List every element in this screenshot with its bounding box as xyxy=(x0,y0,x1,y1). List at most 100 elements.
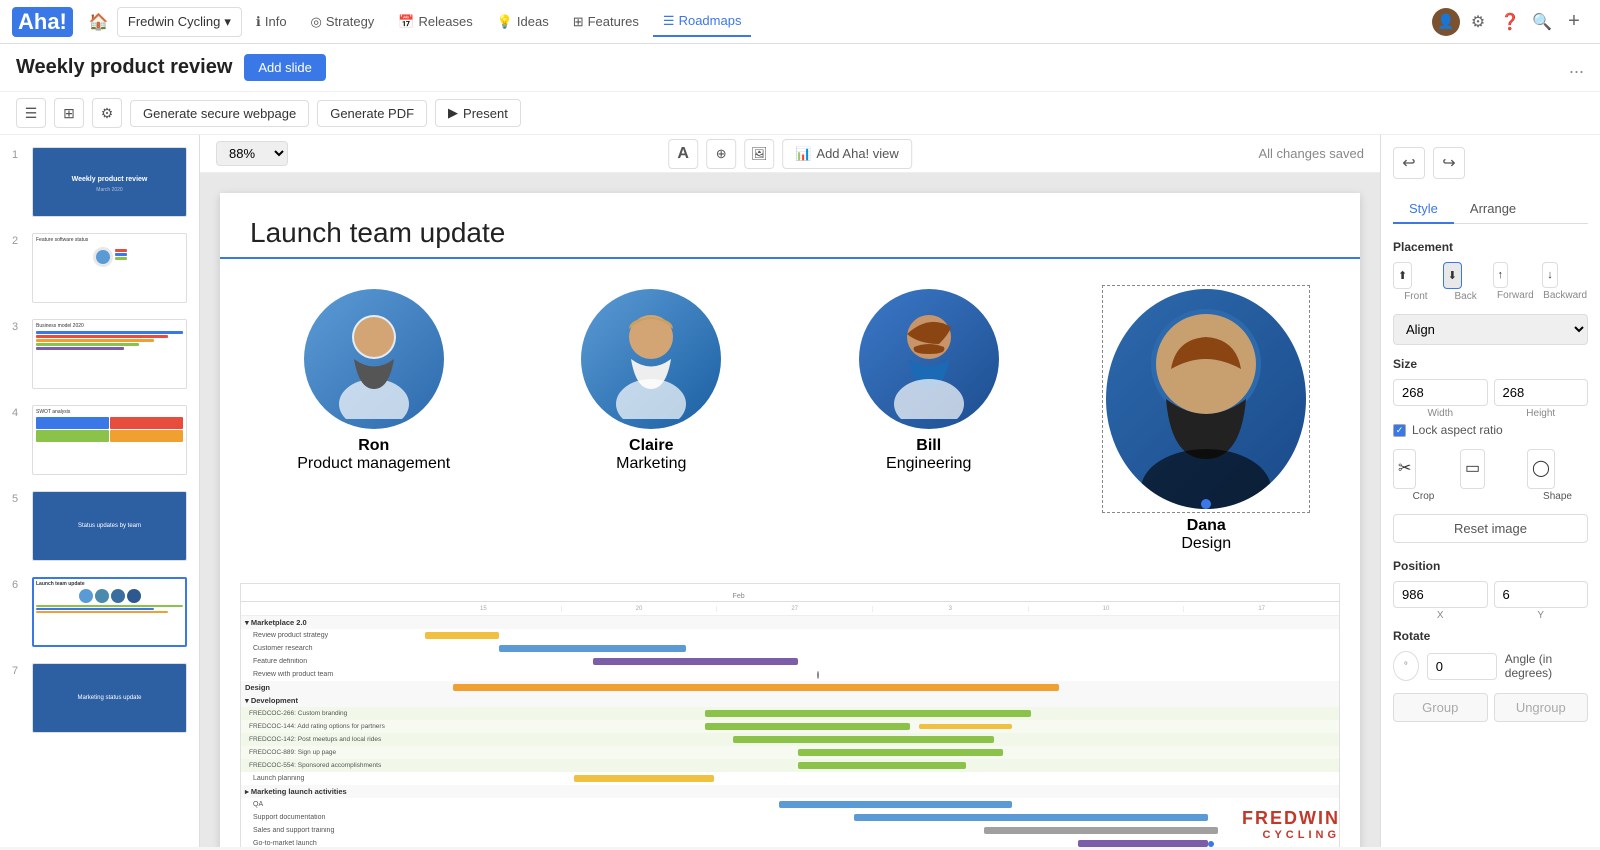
shape-rect-button[interactable]: ▭ xyxy=(1460,449,1485,489)
generate-pdf-button[interactable]: Generate PDF xyxy=(317,100,427,127)
pos-x-input[interactable] xyxy=(1393,581,1488,608)
panel-tabs: Style Arrange xyxy=(1393,195,1588,224)
crop-button[interactable]: ✂ xyxy=(1393,449,1416,489)
image-tool-button[interactable]: 🖼 xyxy=(744,139,774,169)
crop-icon: ✂ xyxy=(1398,458,1411,478)
gantt-row-design-header: Design xyxy=(241,681,1339,694)
add-slide-button[interactable]: Add slide xyxy=(244,54,325,81)
placement-backward-button[interactable]: ↓ xyxy=(1542,262,1558,288)
slide-thumb-4[interactable]: 4 SWOT analysis xyxy=(8,401,191,479)
gantt-row-dev2: FREDCOC-144: Add rating options for part… xyxy=(241,720,1339,733)
team-member-ron: Ron Product management xyxy=(240,289,508,553)
search-icon[interactable]: 🔍 xyxy=(1528,8,1556,36)
chevron-down-icon: ▾ xyxy=(224,14,231,30)
team-member-claire: Claire Marketing xyxy=(518,289,786,553)
tab-arrange[interactable]: Arrange xyxy=(1454,195,1532,223)
gantt-row-support-doc: Support documentation xyxy=(241,811,1339,824)
rotate-label: Angle (in degrees) xyxy=(1505,652,1588,680)
member-name-bill: Bill Engineering xyxy=(886,437,971,473)
nav-info[interactable]: ℹ Info xyxy=(246,8,297,36)
gantt-row-marketing-header: ▸ Marketing launch activities xyxy=(241,785,1339,798)
nav-roadmaps[interactable]: ☰ Roadmaps xyxy=(653,7,752,37)
slide-preview-2: Feature software status xyxy=(32,233,187,303)
more-options-button[interactable]: ... xyxy=(1569,57,1584,78)
gantt-row-sales-training: Sales and support training xyxy=(241,824,1339,837)
list-view-button[interactable]: ☰ xyxy=(16,98,46,128)
rect-icon: ▭ xyxy=(1465,458,1480,478)
undo-button[interactable]: ↩ xyxy=(1393,147,1425,179)
user-avatar[interactable]: 👤 xyxy=(1432,8,1460,36)
settings-toolbar-button[interactable]: ⚙ xyxy=(92,98,122,128)
settings-icon[interactable]: ⚙ xyxy=(1464,8,1492,36)
ungroup-button[interactable]: Ungroup xyxy=(1494,693,1589,722)
tab-style[interactable]: Style xyxy=(1393,195,1454,224)
nav-strategy[interactable]: ◎ Strategy xyxy=(301,8,385,36)
group-button[interactable]: Group xyxy=(1393,693,1488,722)
slide-thumb-5[interactable]: 5 Status updates by team xyxy=(8,487,191,565)
gantt-row-gtm: Go-to-market launch xyxy=(241,837,1339,847)
project-dropdown[interactable]: Fredwin Cycling ▾ xyxy=(117,7,242,37)
slide-thumb-3[interactable]: 3 Business model 2020 xyxy=(8,315,191,393)
reset-image-button[interactable]: Reset image xyxy=(1393,514,1588,543)
slide-preview-5: Status updates by team xyxy=(32,491,187,561)
main-toolbar: ☰ ⊞ ⚙ Generate secure webpage Generate P… xyxy=(0,92,1600,135)
gantt-row-marketplace: ▾ Marketplace 2.0 xyxy=(241,616,1339,629)
width-input[interactable] xyxy=(1393,379,1488,406)
zoom-toolbar: 88% 100% 75% 50% A ⊕ 🖼 📊 Add Aha! view A… xyxy=(200,135,1380,173)
present-button[interactable]: ▶ Present xyxy=(435,99,521,127)
rotate-circle: ° xyxy=(1393,651,1419,681)
gantt-row-3: Feature definition xyxy=(241,655,1339,668)
gantt-row-qa: QA xyxy=(241,798,1339,811)
slide-thumb-7[interactable]: 7 Marketing status update xyxy=(8,659,191,737)
strategy-icon: ◎ xyxy=(311,14,322,30)
image-tools: ✂ Crop ▭ ◯ Shape xyxy=(1393,449,1588,502)
slide-thumb-2[interactable]: 2 Feature software status xyxy=(8,229,191,307)
add-icon[interactable]: + xyxy=(1560,8,1588,36)
rotate-input[interactable] xyxy=(1427,653,1497,680)
generate-webpage-button[interactable]: Generate secure webpage xyxy=(130,100,309,127)
pos-y-input[interactable] xyxy=(1494,581,1589,608)
slide-preview-7: Marketing status update xyxy=(32,663,187,733)
selected-element-box xyxy=(1106,289,1306,509)
zoom-select[interactable]: 88% 100% 75% 50% xyxy=(216,141,288,166)
placement-section-label: Placement xyxy=(1393,240,1588,254)
add-aha-view-button[interactable]: 📊 Add Aha! view xyxy=(782,139,912,169)
lock-aspect-checkbox[interactable]: ✓ xyxy=(1393,424,1406,437)
circle-icon: ◯ xyxy=(1532,458,1550,478)
team-member-dana: Dana Design xyxy=(1073,289,1341,553)
features-icon: ⊞ xyxy=(573,14,584,30)
app-logo[interactable]: Aha! xyxy=(12,7,73,37)
nav-ideas[interactable]: 💡 Ideas xyxy=(487,8,559,36)
align-select[interactable]: Align xyxy=(1393,314,1588,345)
play-icon: ▶ xyxy=(448,105,458,121)
home-icon[interactable]: 🏠 xyxy=(85,8,113,36)
placement-front-button[interactable]: ⬆ xyxy=(1393,262,1412,289)
team-member-bill: Bill Engineering xyxy=(795,289,1063,553)
gantt-row-1: Review product strategy xyxy=(241,629,1339,642)
member-name-dana: Dana Design xyxy=(1181,517,1231,553)
nav-features[interactable]: ⊞ Features xyxy=(563,8,649,36)
help-icon[interactable]: ❓ xyxy=(1496,8,1524,36)
position-inputs: X Y xyxy=(1393,581,1588,621)
slide-thumb-6[interactable]: 6 Launch team update xyxy=(8,573,191,651)
text-tool-button[interactable]: A xyxy=(668,139,698,169)
aha-view-icon: 📊 xyxy=(795,146,811,162)
slide-thumb-1[interactable]: 1 Weekly product review March 2020 xyxy=(8,143,191,221)
embed-tool-button[interactable]: ⊕ xyxy=(706,139,736,169)
placement-forward-button[interactable]: ↑ xyxy=(1493,262,1509,288)
changes-saved-status: All changes saved xyxy=(1258,146,1364,161)
member-name-claire: Claire Marketing xyxy=(616,437,686,473)
size-section-label: Size xyxy=(1393,357,1588,371)
cycling-text: CYCLING xyxy=(1242,829,1340,841)
position-section-label: Position xyxy=(1393,559,1588,573)
ideas-icon: 💡 xyxy=(497,14,513,30)
page-title: Weekly product review xyxy=(16,56,232,79)
redo-button[interactable]: ↪ xyxy=(1433,147,1465,179)
gantt-row-2: Customer research xyxy=(241,642,1339,655)
grid-view-button[interactable]: ⊞ xyxy=(54,98,84,128)
nav-releases[interactable]: 📅 Releases xyxy=(388,8,482,36)
shape-circle-button[interactable]: ◯ xyxy=(1527,449,1555,489)
height-input[interactable] xyxy=(1494,379,1589,406)
canvas-area: Launch team update xyxy=(200,173,1380,847)
placement-back-button[interactable]: ⬇ xyxy=(1443,262,1462,289)
